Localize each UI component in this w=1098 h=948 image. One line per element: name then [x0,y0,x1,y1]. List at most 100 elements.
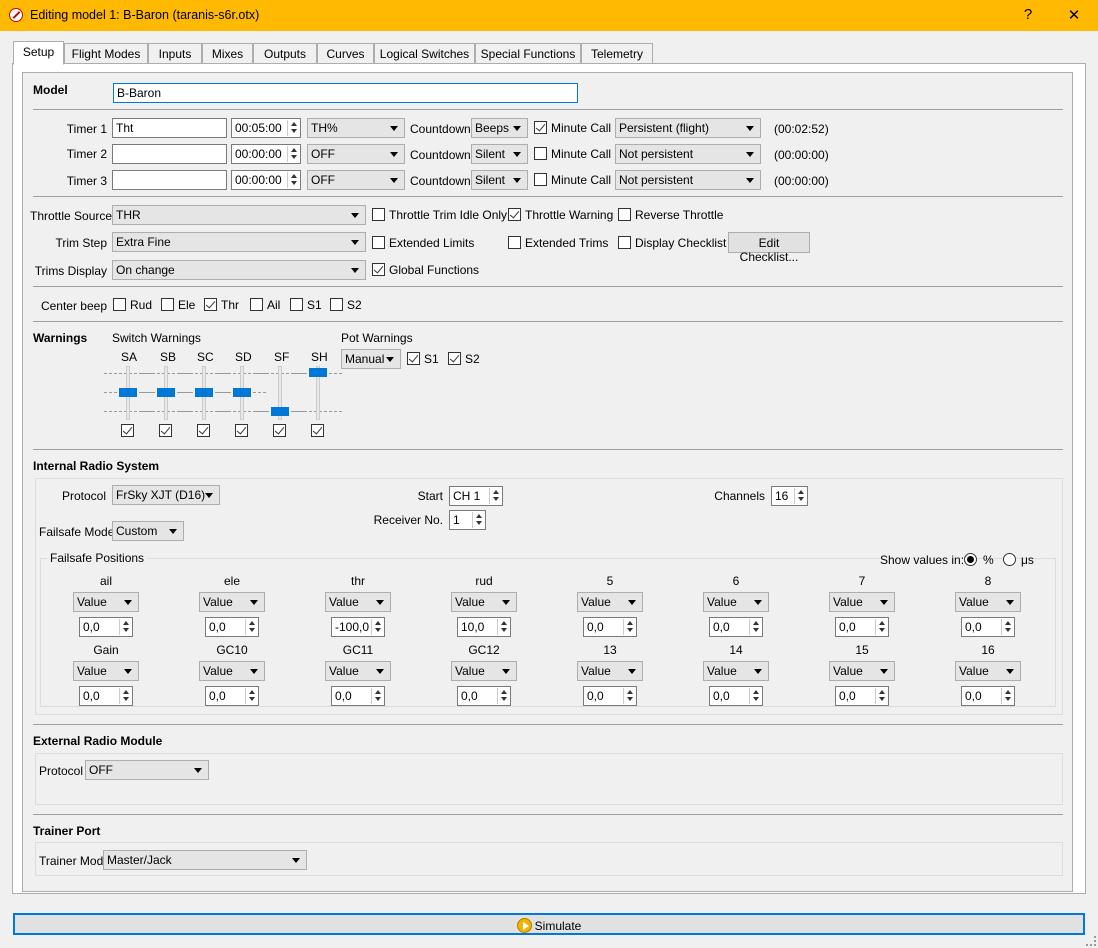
channel-mode-select[interactable]: Value [829,661,895,681]
channel-value-spinner[interactable]: 0,0 [835,617,889,637]
channel-mode-select[interactable]: Value [451,592,517,612]
tab-setup[interactable]: Setup [13,41,64,65]
switch-warning-checkbox[interactable] [159,424,172,437]
timer-mode-select[interactable]: OFF [307,144,405,164]
channel-value-spinner[interactable]: 0,0 [961,686,1015,706]
tab-outputs[interactable]: Outputs [253,43,317,64]
start-channel-spinner[interactable]: CH 1 [449,486,503,506]
simulate-button[interactable]: Simulate [13,913,1085,935]
trim-step-select[interactable]: Extra Fine [112,232,366,252]
center-beep-thr-checkbox[interactable] [204,298,217,311]
timer-mode-select[interactable]: TH% [307,118,405,138]
switch-slider[interactable] [104,366,152,420]
trims-display-select[interactable]: On change [112,260,366,280]
channel-value-spinner[interactable]: 0,0 [205,686,259,706]
switch-warning-checkbox[interactable] [273,424,286,437]
persistent-select[interactable]: Not persistent [615,170,761,190]
throttle-trim-idle-checkbox[interactable] [372,208,385,221]
channel-value-spinner[interactable]: 0,0 [835,686,889,706]
center-beep-s1-checkbox[interactable] [290,298,303,311]
center-beep-rud-checkbox[interactable] [113,298,126,311]
channel-value-spinner[interactable]: 0,0 [331,686,385,706]
switch-warning-checkbox[interactable] [235,424,248,437]
channel-value-spinner[interactable]: 0,0 [709,686,763,706]
tab-telemetry[interactable]: Telemetry [581,43,653,64]
tab-inputs[interactable]: Inputs [148,43,202,64]
timer-time-spinner[interactable]: 00:00:00 [231,170,301,190]
receiver-no-spinner[interactable]: 1 [449,510,486,530]
switch-slider[interactable] [218,366,266,420]
edit-checklist-button[interactable]: Edit Checklist... [728,232,810,264]
persistent-select[interactable]: Not persistent [615,144,761,164]
global-functions-checkbox[interactable] [372,263,385,276]
minute-call-checkbox[interactable] [534,173,547,186]
resize-grip-icon[interactable] [1086,936,1096,946]
tab-mixes[interactable]: Mixes [202,43,253,64]
close-button[interactable]: ✕ [1064,6,1084,24]
help-button[interactable]: ? [1018,6,1038,23]
channel-mode-select[interactable]: Value [703,661,769,681]
channels-spinner[interactable]: 16 [771,486,808,506]
failsafe-mode-select[interactable]: Custom [112,521,184,541]
unit-percent-radio[interactable] [964,553,977,566]
throttle-source-select[interactable]: THR [112,205,366,225]
switch-slider[interactable] [180,366,228,420]
channel-mode-select[interactable]: Value [73,592,139,612]
extended-limits-checkbox[interactable] [372,236,385,249]
channel-value-spinner[interactable]: 0,0 [583,686,637,706]
reverse-throttle-checkbox[interactable] [618,208,631,221]
tab-logical-switches[interactable]: Logical Switches [374,43,475,64]
tab-curves[interactable]: Curves [317,43,374,64]
timer-name-input[interactable]: Tht [112,118,227,138]
channel-mode-select[interactable]: Value [829,592,895,612]
channel-value-spinner[interactable]: 0,0 [79,617,133,637]
timer-time-spinner[interactable]: 00:00:00 [231,144,301,164]
channel-value-spinner[interactable]: 0,0 [583,617,637,637]
channel-mode-select[interactable]: Value [703,592,769,612]
center-beep-ail-checkbox[interactable] [250,298,263,311]
switch-warning-checkbox[interactable] [311,424,324,437]
trainer-mode-select[interactable]: Master/Jack [103,850,307,870]
minute-call-checkbox[interactable] [534,147,547,160]
pot-s2-checkbox[interactable] [448,352,461,365]
channel-mode-select[interactable]: Value [577,592,643,612]
countdown-select[interactable]: Silent [471,144,528,164]
switch-warning-checkbox[interactable] [121,424,134,437]
center-beep-ele-checkbox[interactable] [161,298,174,311]
channel-value-spinner[interactable]: 0,0 [961,617,1015,637]
countdown-select[interactable]: Silent [471,170,528,190]
channel-value-spinner[interactable]: 0,0 [205,617,259,637]
persistent-select[interactable]: Persistent (flight) [615,118,761,138]
channel-mode-select[interactable]: Value [73,661,139,681]
tab-flight-modes[interactable]: Flight Modes [64,43,148,64]
channel-value-spinner[interactable]: 10,0 [457,617,511,637]
pot-warning-mode-select[interactable]: Manual [341,349,401,369]
timer-name-input[interactable] [112,170,227,190]
channel-mode-select[interactable]: Value [325,661,391,681]
channel-value-spinner[interactable]: 0,0 [457,686,511,706]
external-protocol-select[interactable]: OFF [85,760,209,780]
channel-mode-select[interactable]: Value [955,661,1021,681]
channel-value-spinner[interactable]: -100,0 [331,617,385,637]
switch-slider[interactable] [294,366,342,420]
throttle-warning-checkbox[interactable] [508,208,521,221]
channel-value-spinner[interactable]: 0,0 [79,686,133,706]
switch-warning-checkbox[interactable] [197,424,210,437]
center-beep-s2-checkbox[interactable] [330,298,343,311]
channel-mode-select[interactable]: Value [451,661,517,681]
channel-mode-select[interactable]: Value [199,592,265,612]
unit-us-radio[interactable] [1003,553,1016,566]
channel-mode-select[interactable]: Value [325,592,391,612]
channel-value-spinner[interactable]: 0,0 [709,617,763,637]
model-name-input[interactable]: B-Baron [113,83,578,103]
minute-call-checkbox[interactable] [534,121,547,134]
channel-mode-select[interactable]: Value [577,661,643,681]
countdown-select[interactable]: Beeps [471,118,528,138]
channel-mode-select[interactable]: Value [199,661,265,681]
switch-slider[interactable] [142,366,190,420]
pot-s1-checkbox[interactable] [407,352,420,365]
display-checklist-checkbox[interactable] [618,236,631,249]
switch-slider[interactable] [256,366,304,420]
tab-special-functions[interactable]: Special Functions [475,43,581,64]
timer-name-input[interactable] [112,144,227,164]
